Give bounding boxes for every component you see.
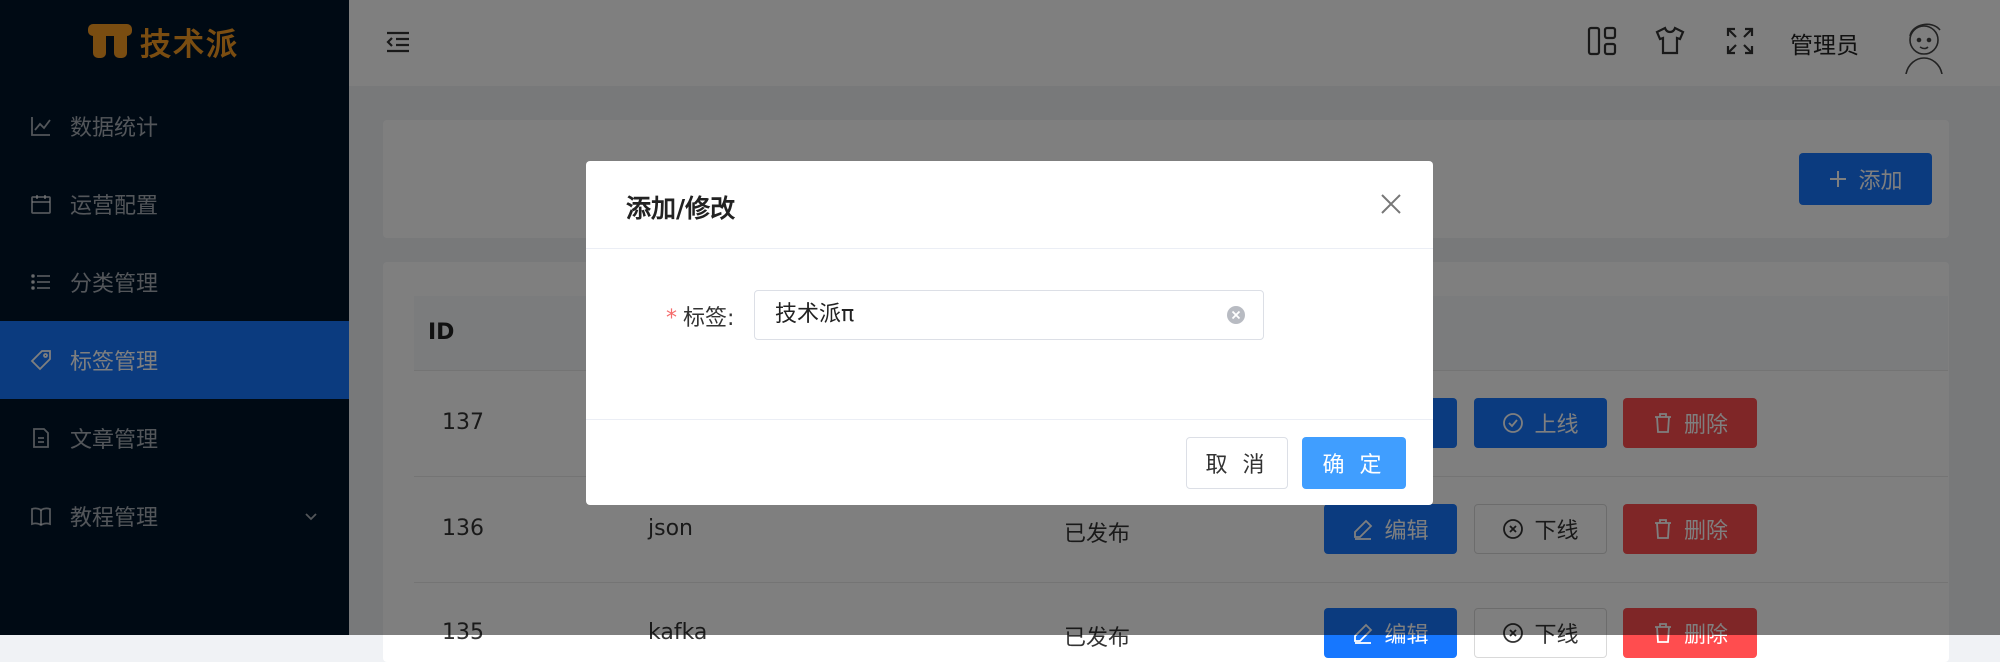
dialog-title: 添加/修改 (626, 194, 736, 223)
close-icon[interactable] (1376, 189, 1406, 219)
tag-field-colon: : (727, 306, 735, 331)
confirm-button[interactable]: 确 定 (1302, 437, 1406, 489)
tag-field-label: * 标签: (666, 300, 734, 332)
clear-icon[interactable] (1226, 305, 1246, 325)
dialog-footer-divider (586, 419, 1433, 420)
required-mark: * (666, 306, 677, 331)
tag-field-label-text: 标签 (683, 306, 728, 331)
tag-input[interactable]: 技术派π (754, 290, 1264, 340)
dialog-header-divider (586, 248, 1433, 249)
edit-dialog: 添加/修改 * 标签: 技术派π 取 消 确 定 (586, 161, 1433, 505)
cancel-button[interactable]: 取 消 (1186, 437, 1288, 489)
